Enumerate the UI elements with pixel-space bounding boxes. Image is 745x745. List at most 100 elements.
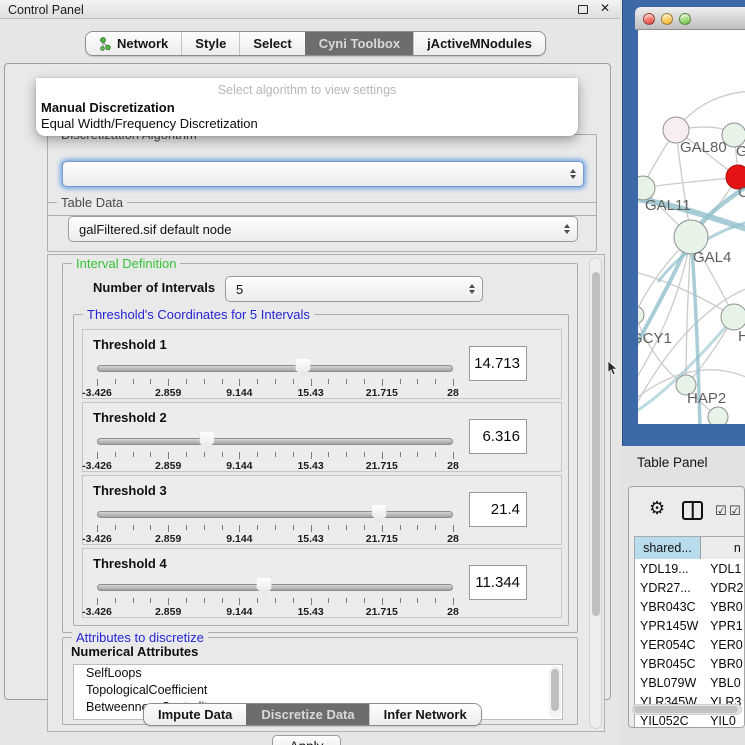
table-panel-title: Table Panel: [637, 455, 708, 470]
network-node[interactable]: [638, 306, 644, 324]
table-row[interactable]: YBL079WYBL0: [635, 673, 745, 692]
slider-thumb[interactable]: [257, 578, 272, 596]
float-window-icon[interactable]: [578, 5, 588, 14]
table-row[interactable]: YDL19...YDL1: [635, 559, 745, 578]
checkbox-icon[interactable]: ☑: [729, 504, 741, 517]
cell-shared-name[interactable]: YDL19...: [635, 559, 701, 578]
cell-name[interactable]: YBR0: [701, 654, 745, 673]
tick-label: -3.426: [82, 460, 112, 472]
tab-cyni-toolbox[interactable]: Cyni Toolbox: [305, 32, 413, 55]
slider-thumb[interactable]: [295, 359, 310, 377]
threshold-slider[interactable]: -3.4262.8599.14415.4321.71528: [95, 575, 455, 617]
tab-impute-data[interactable]: Impute Data: [144, 704, 246, 725]
mac-zoom-icon[interactable]: [679, 13, 691, 25]
tick-mark: [400, 452, 401, 457]
tick-mark: [186, 452, 187, 457]
slider-thumb[interactable]: [372, 505, 387, 523]
network-edge[interactable]: [643, 177, 738, 188]
tick-mark: [115, 598, 116, 603]
tick-mark: [400, 379, 401, 384]
cell-shared-name[interactable]: YER054C: [635, 635, 701, 654]
threshold-slider[interactable]: -3.4262.8599.14415.4321.71528: [95, 429, 455, 471]
combo-stepper[interactable]: [570, 162, 576, 186]
threshold-slider[interactable]: -3.4262.8599.14415.4321.71528: [95, 356, 455, 398]
checkbox-icon[interactable]: ☑: [715, 504, 727, 517]
attribute-item[interactable]: TopologicalCoefficient: [74, 682, 562, 699]
cell-shared-name[interactable]: YBR043C: [635, 597, 701, 616]
network-edge[interactable]: [638, 237, 691, 392]
tab-jactivemnodules[interactable]: jActiveMNodules: [413, 32, 545, 55]
threshold-value-box[interactable]: 11.344: [469, 565, 527, 600]
table-horizontal-scrollbar[interactable]: [632, 704, 742, 715]
cell-name[interactable]: YER0: [701, 635, 745, 654]
tab-style[interactable]: Style: [181, 32, 239, 55]
tab-label: Impute Data: [158, 707, 232, 722]
cell-name[interactable]: YBR0: [701, 597, 745, 616]
cell-shared-name[interactable]: YBR045C: [635, 654, 701, 673]
table-row[interactable]: YPR145WYPR1: [635, 616, 745, 635]
threshold-label: Threshold 4: [93, 556, 167, 571]
tick-mark: [222, 452, 223, 457]
cell-name[interactable]: YDL1: [701, 559, 745, 578]
network-edge[interactable]: [638, 270, 734, 317]
cell-shared-name[interactable]: YPR145W: [635, 616, 701, 635]
table-row[interactable]: YBR043CYBR0: [635, 597, 745, 616]
apply-button[interactable]: Apply: [272, 735, 341, 745]
slider-track[interactable]: [97, 511, 453, 518]
tick-label: 15.43: [297, 533, 323, 545]
cell-shared-name[interactable]: YDR27...: [635, 578, 701, 597]
slider-tick-labels: -3.4262.8599.14415.4321.71528: [97, 460, 453, 472]
table-row[interactable]: YBR045CYBR0: [635, 654, 745, 673]
algorithm-hint-item[interactable]: Select algorithm to view settings: [36, 83, 578, 100]
table-data-combobox[interactable]: galFiltered.sif default node: [68, 216, 578, 242]
slider-tick-labels: -3.4262.8599.14415.4321.71528: [97, 606, 453, 618]
slider-track[interactable]: [97, 365, 453, 372]
num-intervals-value: 5: [236, 282, 243, 297]
tab-discretize-data[interactable]: Discretize Data: [246, 704, 368, 725]
slider-track[interactable]: [97, 438, 453, 445]
mac-minimize-icon[interactable]: [661, 13, 673, 25]
mac-close-icon[interactable]: [643, 13, 655, 25]
algorithm-item-equal-width[interactable]: Equal Width/Frequency Discretization: [36, 116, 578, 132]
split-columns-icon[interactable]: [682, 501, 703, 520]
column-header-shared-name[interactable]: shared...: [635, 537, 701, 559]
tick-mark: [97, 452, 98, 459]
cell-name[interactable]: YPR1: [701, 616, 745, 635]
algorithm-item-manual[interactable]: Manual Discretization: [36, 100, 578, 116]
table-row[interactable]: YDR27...YDR2: [635, 578, 745, 597]
gear-icon[interactable]: ⚙: [649, 498, 665, 519]
tick-mark: [133, 379, 134, 384]
tab-select[interactable]: Select: [239, 32, 304, 55]
network-window-titlebar[interactable]: [635, 7, 745, 30]
combo-stepper[interactable]: [469, 277, 475, 301]
threshold-value-box[interactable]: 21.4: [469, 492, 527, 527]
network-canvas[interactable]: GAL80GACGAL11GAL4GCY1HHAP2: [638, 30, 745, 424]
threshold-value-box[interactable]: 6.316: [469, 419, 527, 454]
control-panel: Control Panel ✕ Discretization Algorithm…: [0, 0, 620, 745]
attribute-item[interactable]: SelfLoops: [74, 665, 562, 682]
tick-mark: [400, 525, 401, 530]
slider-track[interactable]: [97, 584, 453, 591]
network-node[interactable]: [721, 304, 745, 330]
panel-scrollbar[interactable]: [589, 257, 602, 729]
combo-stepper[interactable]: [564, 217, 570, 241]
tick-mark: [186, 525, 187, 530]
cell-shared-name[interactable]: YBL079W: [635, 673, 701, 692]
num-intervals-combobox[interactable]: 5: [225, 276, 483, 302]
tick-mark: [133, 525, 134, 530]
table-row[interactable]: YER054CYER0: [635, 635, 745, 654]
tab-infer-network[interactable]: Infer Network: [369, 704, 481, 725]
tab-network[interactable]: Network: [86, 32, 181, 55]
tab-label: Infer Network: [384, 707, 467, 722]
threshold-value-box[interactable]: 14.713: [469, 346, 527, 381]
algorithm-combobox[interactable]: [62, 161, 584, 187]
close-icon[interactable]: ✕: [600, 1, 610, 15]
list-scrollbar[interactable]: [549, 666, 561, 718]
threshold-slider[interactable]: -3.4262.8599.14415.4321.71528: [95, 502, 455, 544]
slider-thumb[interactable]: [199, 432, 214, 450]
cell-name[interactable]: YBL0: [701, 673, 745, 692]
column-header-name[interactable]: n: [701, 537, 745, 559]
tick-label: -3.426: [82, 387, 112, 399]
cell-name[interactable]: YDR2: [701, 578, 745, 597]
network-node[interactable]: [708, 407, 728, 424]
